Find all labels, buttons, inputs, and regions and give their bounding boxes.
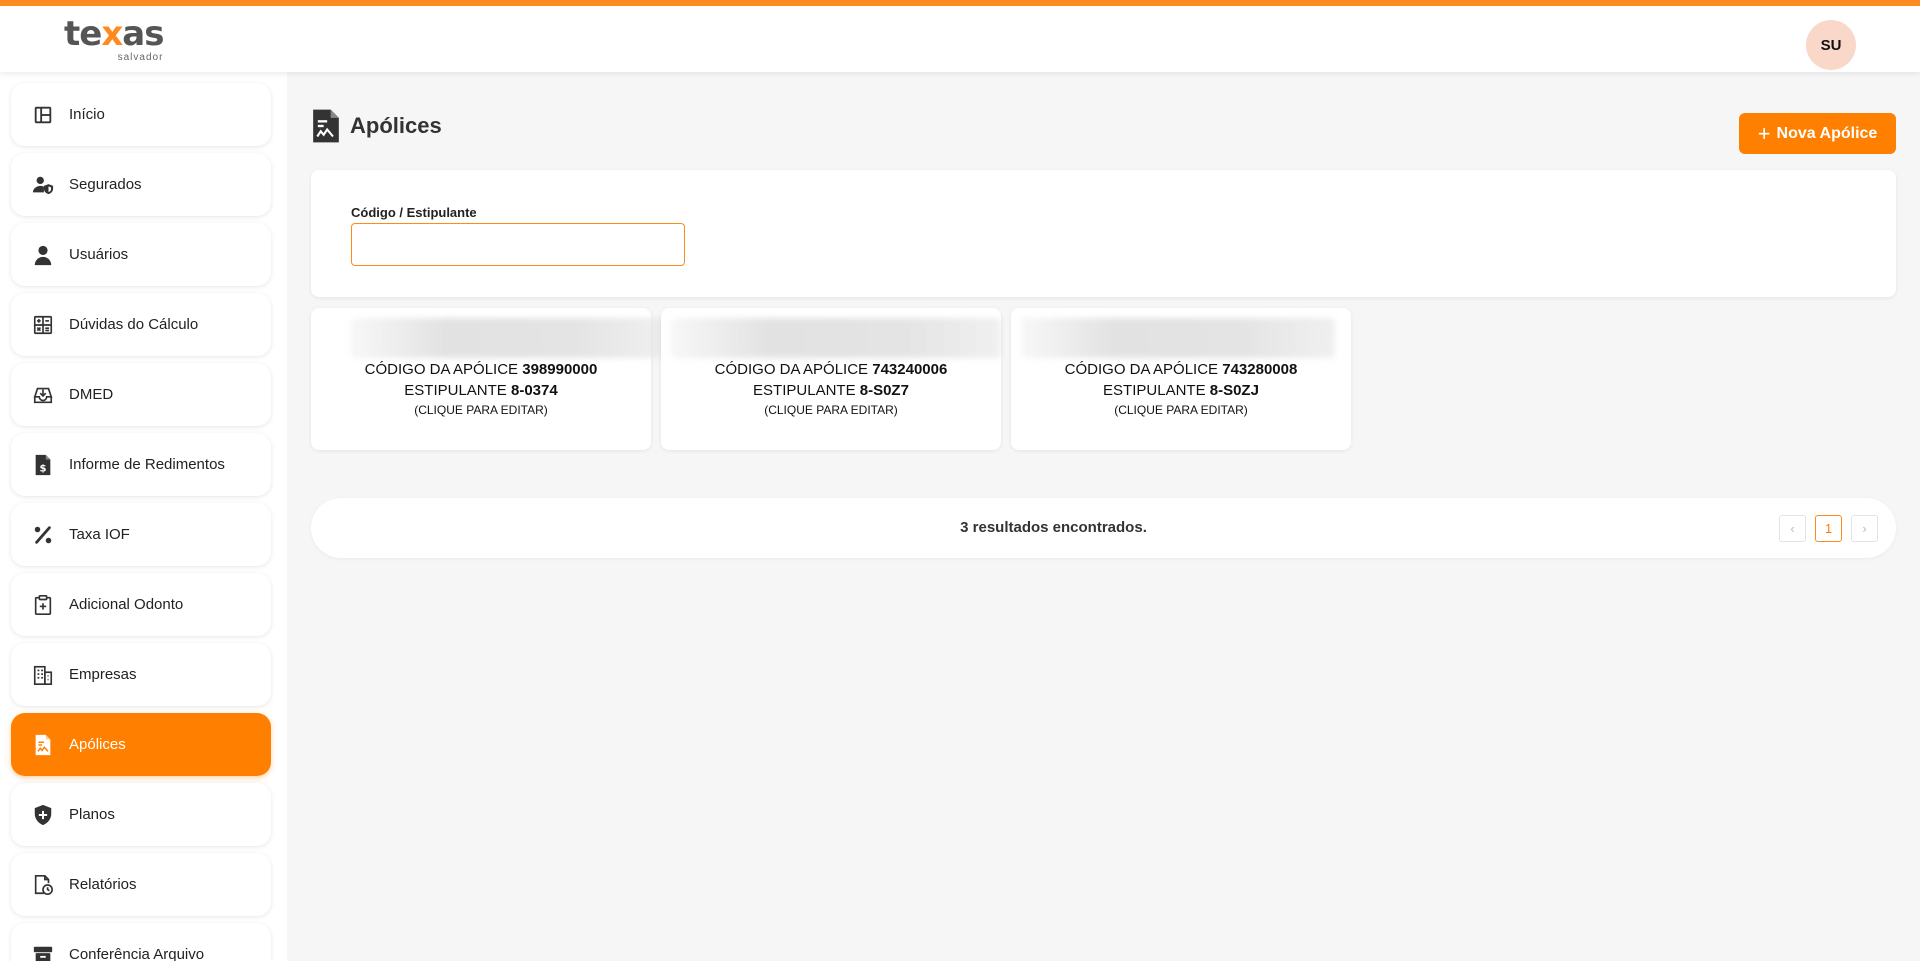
policy-info: CÓDIGO DA APÓLICE 398990000 ESTIPULANTE … xyxy=(311,359,651,418)
sidebar-item-inicio[interactable]: Início xyxy=(11,83,271,146)
sidebar-item-conferencia-arquivo[interactable]: Conferência Arquivo xyxy=(11,923,271,961)
user-shield-icon xyxy=(31,173,55,197)
page-title: Apólices xyxy=(312,108,442,144)
code-stipulant-input[interactable] xyxy=(351,223,685,266)
sidebar-item-duvidas-calculo[interactable]: Dúvidas do Cálculo xyxy=(11,293,271,356)
sidebar-item-label: Usuários xyxy=(69,246,129,263)
redacted-strip xyxy=(1021,318,1335,358)
new-policy-button-label: Nova Apólice xyxy=(1776,124,1878,142)
filter-label: Código / Estipulante xyxy=(351,205,477,220)
results-bar: 3 resultados encontrados. ‹ 1 › xyxy=(311,498,1896,558)
sidebar-item-empresas[interactable]: Empresas xyxy=(11,643,271,706)
sidebar-item-label: Relatórios xyxy=(69,876,137,893)
new-policy-button[interactable]: + Nova Apólice xyxy=(1739,113,1896,154)
policy-document-icon xyxy=(313,109,339,143)
building-icon xyxy=(31,663,55,687)
sidebar-item-label: Dúvidas do Cálculo xyxy=(69,316,199,333)
user-icon xyxy=(31,243,55,267)
sidebar-item-label: Informe de Redimentos xyxy=(69,456,225,473)
sidebar-item-label: Segurados xyxy=(69,176,142,193)
sidebar-item-label: Início xyxy=(69,106,105,123)
logo-subtitle: salvador xyxy=(117,52,164,63)
top-bar: texas salvador SU xyxy=(0,0,1920,72)
brand-logo[interactable]: texas salvador xyxy=(64,14,164,63)
sidebar-item-informe-redimentos[interactable]: $ Informe de Redimentos xyxy=(11,433,271,496)
sidebar-item-segurados[interactable]: Segurados xyxy=(11,153,271,216)
plus-icon: + xyxy=(1757,120,1771,146)
redacted-strip xyxy=(671,318,1001,358)
sidebar-item-label: Apólices xyxy=(69,736,126,753)
document-dollar-icon: $ xyxy=(31,453,55,477)
pagination: ‹ 1 › xyxy=(1779,515,1887,542)
policy-stipulant-line: ESTIPULANTE 8-0374 xyxy=(404,382,558,399)
policy-code-line: CÓDIGO DA APÓLICE 398990000 xyxy=(364,361,598,378)
sidebar-item-label: Adicional Odonto xyxy=(69,596,184,613)
layout-icon xyxy=(31,103,55,127)
policy-document-icon xyxy=(31,733,55,757)
sidebar-item-label: Taxa IOF xyxy=(69,526,130,543)
page-1-button[interactable]: 1 xyxy=(1815,515,1842,542)
svg-text:$: $ xyxy=(39,463,46,474)
redacted-strip xyxy=(351,318,671,358)
policy-edit-hint: (CLIQUE PARA EDITAR) xyxy=(764,403,898,417)
user-avatar[interactable]: SU xyxy=(1806,20,1856,70)
sidebar-item-label: Planos xyxy=(69,806,115,823)
policy-card[interactable]: CÓDIGO DA APÓLICE 743280008 ESTIPULANTE … xyxy=(1011,308,1351,450)
archive-icon xyxy=(31,943,55,961)
sidebar-item-label: Empresas xyxy=(69,666,137,683)
shield-plus-icon xyxy=(31,803,55,827)
policy-stipulant-line: ESTIPULANTE 8-S0Z7 xyxy=(753,382,909,399)
filter-panel: Código / Estipulante xyxy=(311,170,1896,297)
policy-stipulant-line: ESTIPULANTE 8-S0ZJ xyxy=(1103,382,1259,399)
policy-info: CÓDIGO DA APÓLICE 743280008 ESTIPULANTE … xyxy=(1011,359,1351,418)
sidebar-item-dmed[interactable]: DMED xyxy=(11,363,271,426)
sidebar-item-usuarios[interactable]: Usuários xyxy=(11,223,271,286)
sidebar-item-taxa-iof[interactable]: Taxa IOF xyxy=(11,503,271,566)
policy-info: CÓDIGO DA APÓLICE 743240006 ESTIPULANTE … xyxy=(661,359,1001,418)
policy-edit-hint: (CLIQUE PARA EDITAR) xyxy=(1114,403,1248,417)
sidebar-item-label: DMED xyxy=(69,386,114,403)
page-title-text: Apólices xyxy=(350,113,442,138)
policy-edit-hint: (CLIQUE PARA EDITAR) xyxy=(414,403,548,417)
results-count: 3 resultados encontrados. xyxy=(960,519,1147,536)
policy-card[interactable]: CÓDIGO DA APÓLICE 743240006 ESTIPULANTE … xyxy=(661,308,1001,450)
logo-wordmark: texas xyxy=(64,14,164,54)
sidebar-item-planos[interactable]: Planos xyxy=(11,783,271,846)
policy-code-line: CÓDIGO DA APÓLICE 743280008 xyxy=(1064,361,1298,378)
tray-download-icon xyxy=(31,383,55,407)
sidebar-item-relatorios[interactable]: Relatórios xyxy=(11,853,271,916)
clipboard-plus-icon xyxy=(31,593,55,617)
percent-icon xyxy=(31,523,55,547)
sidebar-item-apolices[interactable]: Apólices xyxy=(11,713,271,776)
policy-code-line: CÓDIGO DA APÓLICE 743240006 xyxy=(714,361,948,378)
sidebar-item-adicional-odonto[interactable]: Adicional Odonto xyxy=(11,573,271,636)
sidebar-item-label: Conferência Arquivo xyxy=(69,946,205,961)
sidebar: Início Segurados Usuários Dúvidas do Cál… xyxy=(0,72,287,961)
report-clock-icon xyxy=(31,873,55,897)
prev-page-button[interactable]: ‹ xyxy=(1779,515,1806,542)
policy-card[interactable]: CÓDIGO DA APÓLICE 398990000 ESTIPULANTE … xyxy=(311,308,671,450)
calculator-icon xyxy=(31,313,55,337)
next-page-button[interactable]: › xyxy=(1851,515,1878,542)
